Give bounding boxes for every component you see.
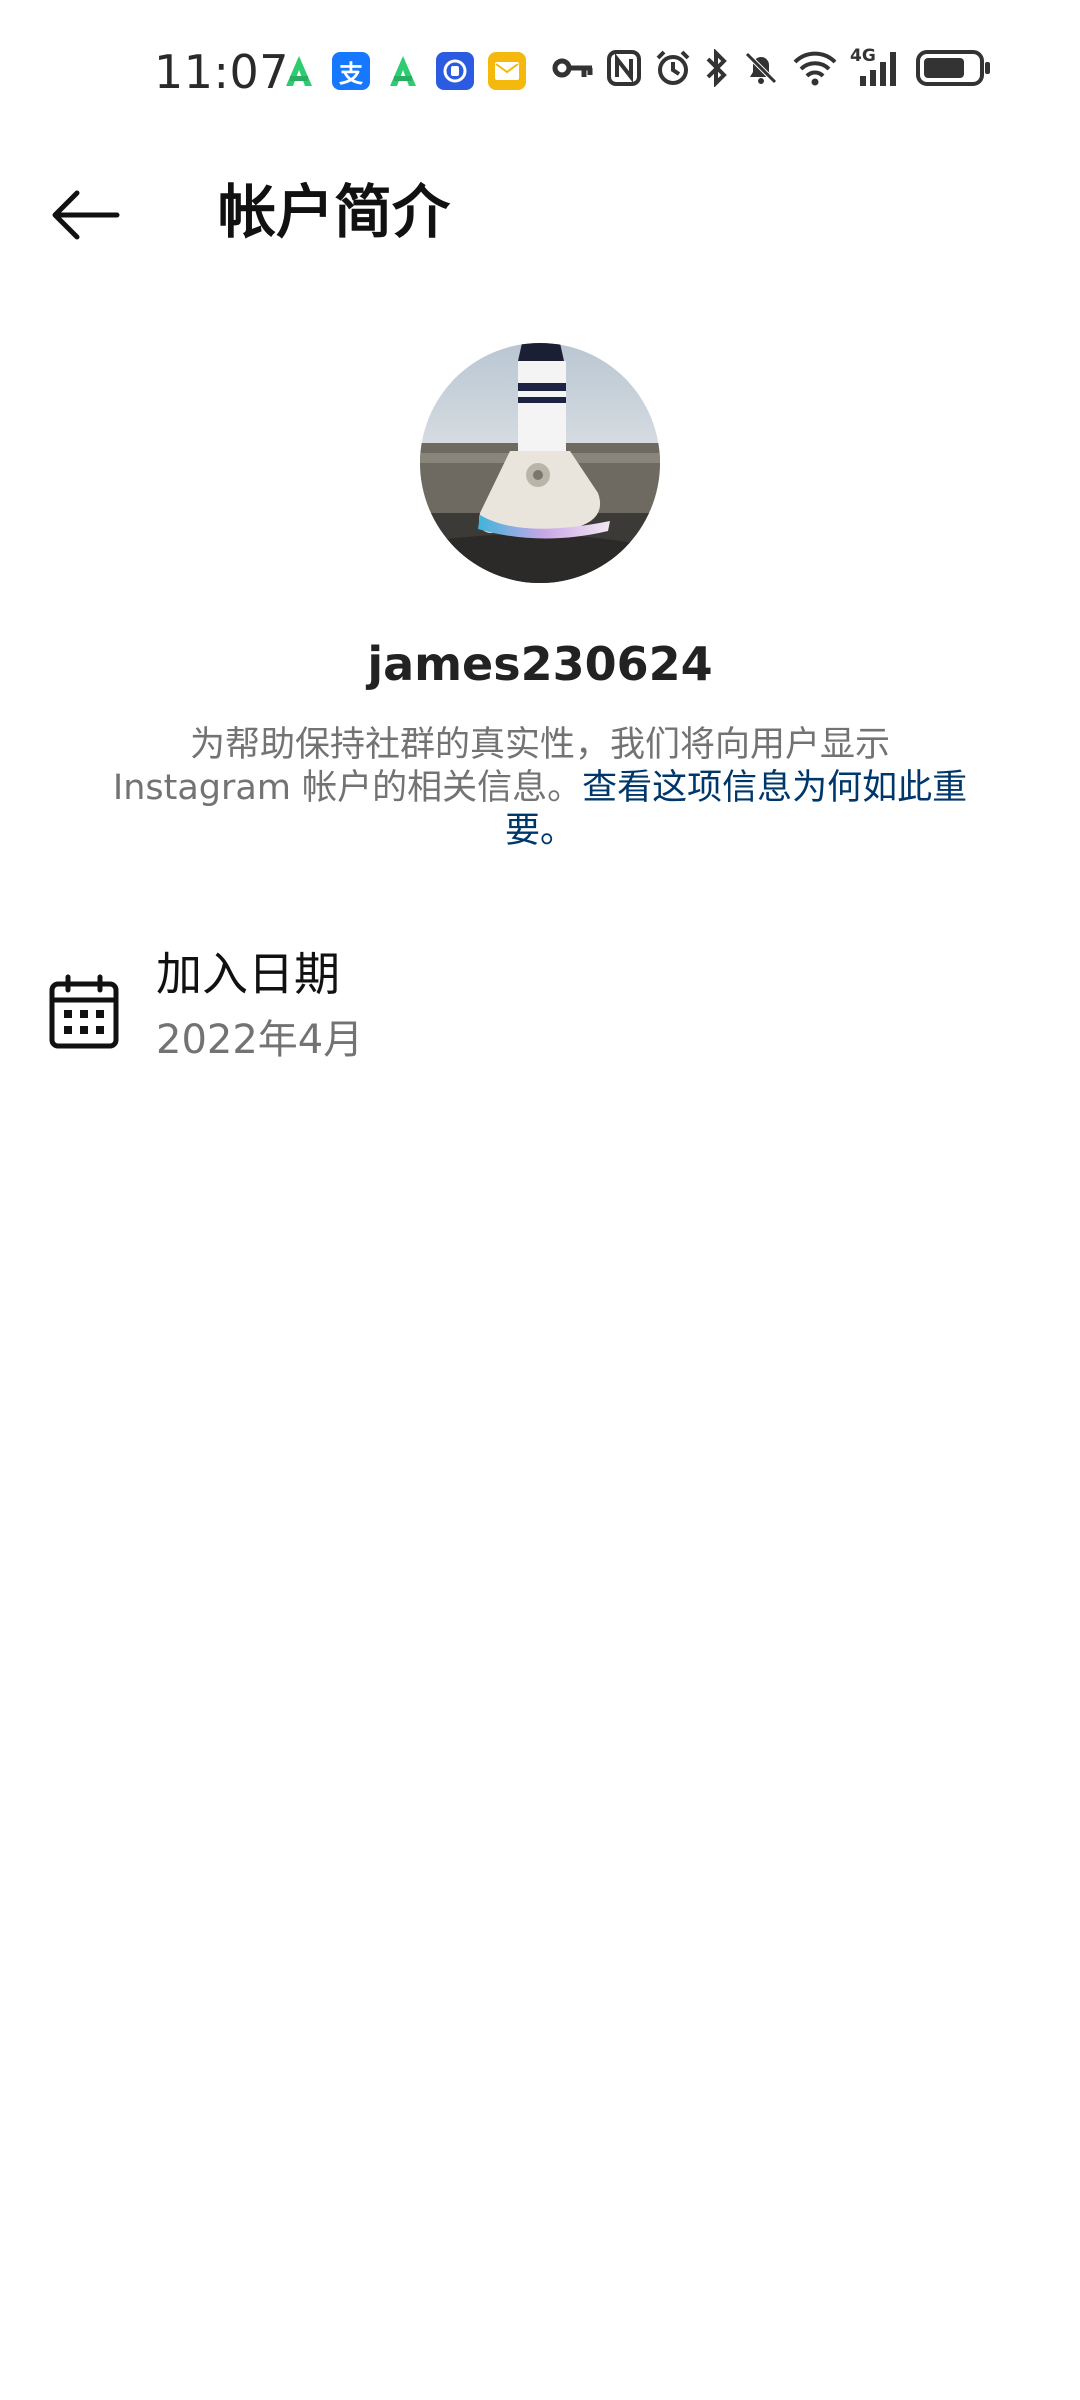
notification-icons: 支 xyxy=(280,52,526,90)
authenticity-info: 为帮助保持社群的真实性，我们将向用户显示 Instagram 帐户的相关信息。查… xyxy=(100,724,980,853)
alarm-icon xyxy=(656,50,690,85)
nfc-icon xyxy=(607,50,641,86)
back-button[interactable] xyxy=(40,180,130,250)
date-joined-row: 加入日期 2022年4月 xyxy=(0,944,1080,1084)
avatar-photo xyxy=(420,343,660,583)
username: james230624 xyxy=(367,637,713,691)
avatar xyxy=(420,343,660,583)
signal-icon xyxy=(860,52,896,86)
header: 帐户简介 xyxy=(0,150,1080,270)
wifi-icon xyxy=(793,51,837,86)
cellular-signal: 4G xyxy=(850,46,904,88)
key-icon xyxy=(552,58,593,78)
app-store-icon-2 xyxy=(390,56,416,86)
date-joined-value: 2022年4月 xyxy=(156,1017,364,1063)
alipay-icon: 支 xyxy=(332,52,370,90)
mail-icon xyxy=(488,52,526,90)
status-time: 11:07 xyxy=(154,45,290,99)
arrow-left-icon xyxy=(52,190,120,240)
system-icons: 4G xyxy=(552,46,992,88)
battery-icon xyxy=(916,50,990,86)
bluetooth-icon xyxy=(706,49,727,87)
hand-app-icon xyxy=(436,52,474,90)
mute-bell-icon xyxy=(745,52,777,84)
calendar-icon xyxy=(49,974,119,1049)
date-joined-label: 加入日期 xyxy=(156,947,340,1001)
app-store-icon xyxy=(286,56,312,86)
page-title: 帐户简介 xyxy=(218,178,451,246)
status-bar: 11:07 支 4G xyxy=(0,0,1080,140)
